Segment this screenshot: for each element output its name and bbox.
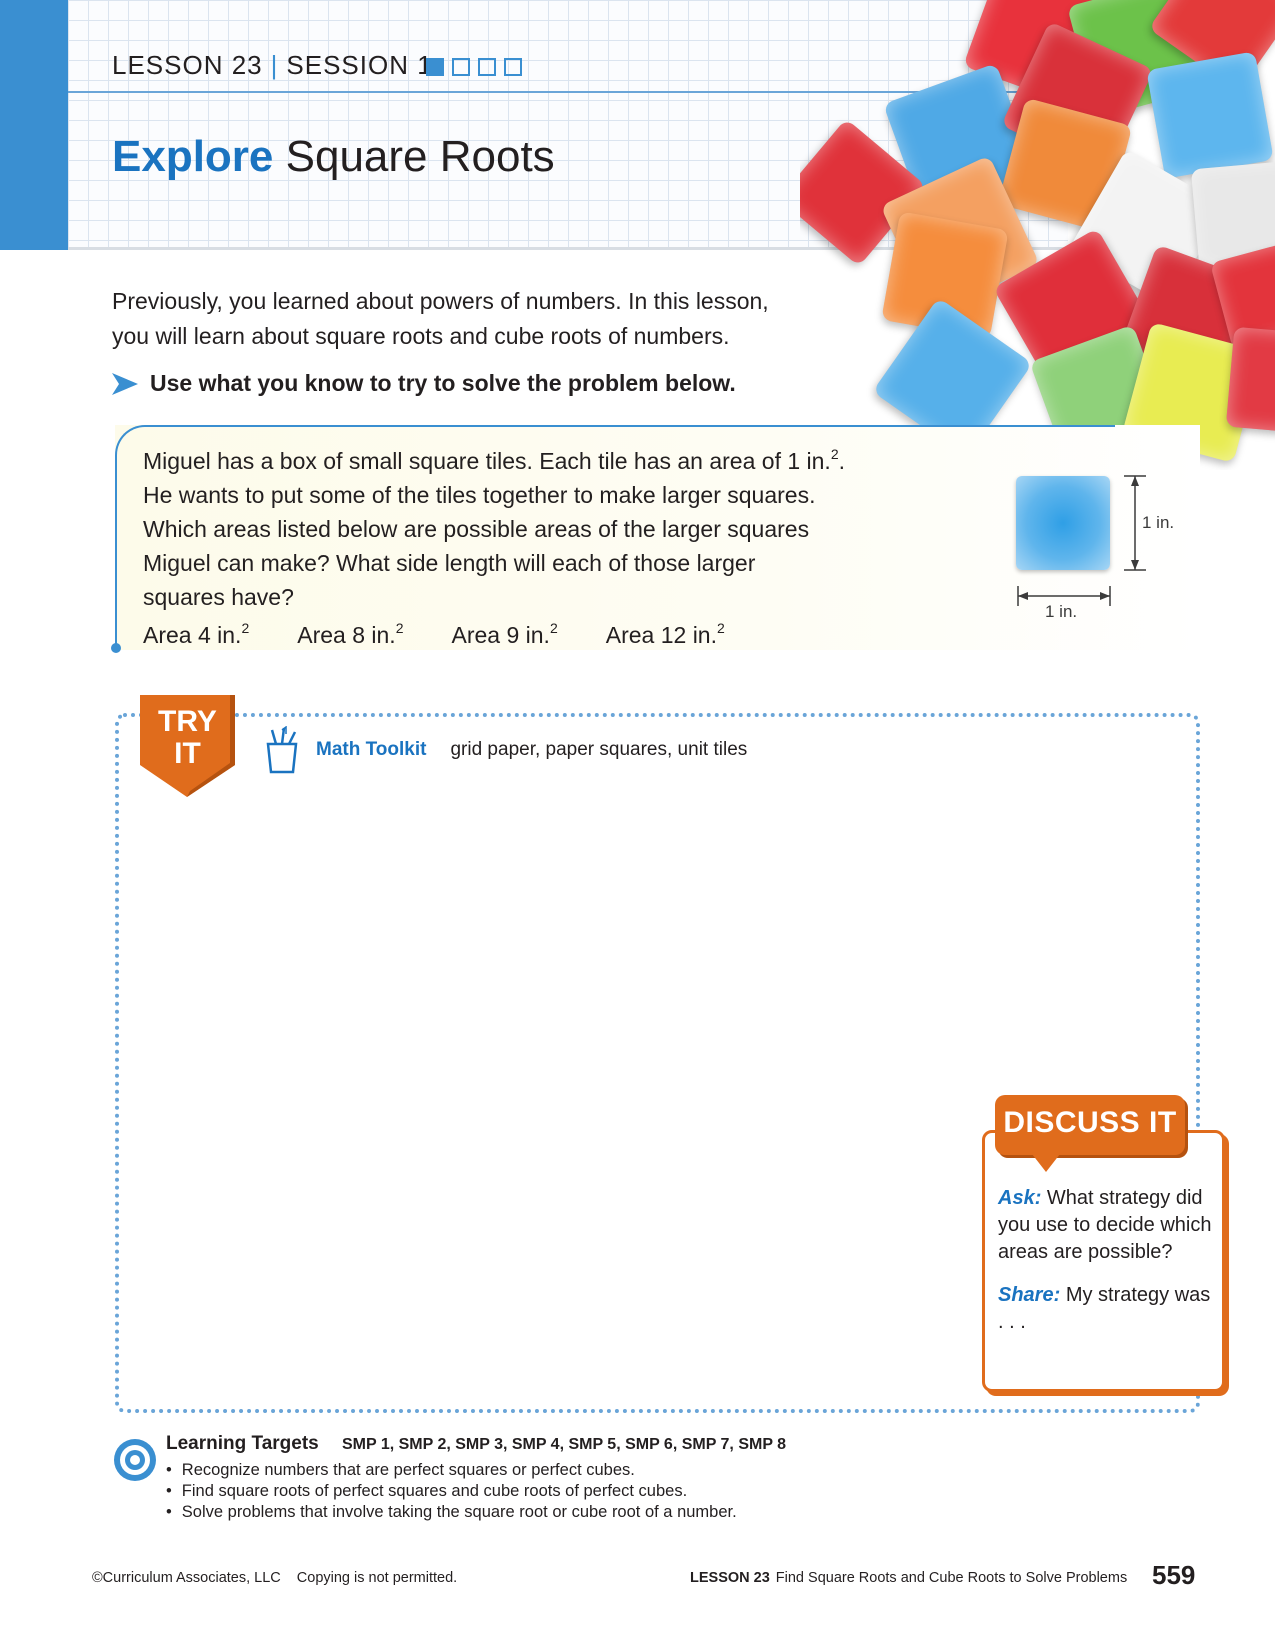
- target-icon: [114, 1439, 156, 1481]
- page-number: 559: [1152, 1560, 1196, 1590]
- footer-copyright: ©Curriculum Associates, LLC Copying is no…: [92, 1570, 457, 1586]
- learning-targets-list: Recognize numbers that are perfect squar…: [166, 1460, 737, 1523]
- title-highlight: Explore: [112, 132, 274, 181]
- discuss-share: Share: My strategy was . . .: [998, 1282, 1213, 1336]
- discuss-ask: Ask: What strategy did you use to decide…: [998, 1185, 1213, 1266]
- problem-frame-dot: [111, 643, 121, 653]
- intro-line-2: you will learn about square roots and cu…: [112, 323, 730, 349]
- footer-lesson: LESSON 23 Find Square Roots and Cube Root…: [690, 1570, 1127, 1586]
- problem-line-1-text: Miguel has a box of small square tiles. …: [143, 448, 831, 474]
- lesson-session-label: LESSON 23 | SESSION 1: [112, 50, 433, 81]
- area-option: Area 12 in.2: [605, 620, 725, 649]
- header-accent-bar: [0, 0, 68, 250]
- learning-targets-smp: SMP 1, SMP 2, SMP 3, SMP 4, SMP 5, SMP 6…: [342, 1436, 787, 1453]
- area-option: Area 9 in.2: [451, 620, 558, 649]
- session-box-1: [426, 58, 444, 76]
- learning-target-item: Find square roots of perfect squares and…: [166, 1481, 737, 1502]
- area-option: Area 8 in.2: [297, 620, 404, 649]
- area-option: Area 4 in.2: [143, 620, 250, 649]
- learning-targets-title: Learning Targets: [166, 1433, 319, 1454]
- area-option-exponent: 2: [549, 620, 558, 636]
- footer-lesson-title: Find Square Roots and Cube Roots to Solv…: [775, 1570, 1128, 1586]
- intro-paragraph: Previously, you learned about powers of …: [112, 284, 792, 354]
- side-length-label: 1 in.: [1142, 513, 1175, 532]
- instruction-text: Use what you know to try to solve the pr…: [150, 370, 736, 396]
- session-number: SESSION 1: [286, 50, 433, 80]
- session-box-4: [504, 58, 522, 76]
- dimension-lines: [1017, 475, 1146, 606]
- problem-line-2: He wants to put some of the tiles togeth…: [143, 482, 816, 508]
- area-option-label: Area 12 in.: [605, 622, 717, 648]
- discuss-it-title: DISCUSS IT: [1003, 1106, 1177, 1139]
- area-option-label: Area 9 in.: [451, 622, 550, 648]
- problem-line-4: Miguel can make? What side length will e…: [143, 550, 756, 576]
- page-title: Explore Square Roots: [112, 132, 555, 182]
- area-option-label: Area 4 in.: [143, 622, 242, 648]
- toolkit-label: Math Toolkit: [316, 739, 427, 760]
- try-it-line-2: IT: [174, 737, 201, 770]
- area-option-exponent: 2: [717, 620, 725, 636]
- intro-line-1: Previously, you learned about powers of …: [112, 288, 769, 314]
- ask-label: Ask:: [998, 1187, 1042, 1209]
- area-options: Area 4 in.2 Area 8 in.2 Area 9 in.2 Area…: [143, 620, 725, 649]
- discuss-it-speech-tail: [1032, 1154, 1060, 1172]
- label-separator: |: [270, 50, 279, 80]
- copyright-text: ©Curriculum Associates, LLC: [92, 1570, 281, 1586]
- session-progress: [426, 58, 522, 76]
- problem-line-3: Which areas listed below are possible ar…: [143, 516, 810, 542]
- title-rest: Square Roots: [285, 132, 555, 181]
- learning-target-item: Solve problems that involve taking the s…: [166, 1502, 737, 1523]
- area-option-exponent: 2: [241, 620, 250, 636]
- lesson-number: LESSON 23: [112, 50, 263, 80]
- bottom-length-label: 1 in.: [1045, 602, 1078, 621]
- area-option-exponent: 2: [395, 620, 404, 636]
- try-it-line-1: TRY: [158, 705, 217, 738]
- footer-lesson-number: LESSON 23: [690, 1570, 770, 1586]
- try-it-label: TRY IT: [140, 706, 235, 770]
- problem-line-1: Miguel has a box of small square tiles. …: [143, 444, 863, 478]
- session-box-3: [478, 58, 496, 76]
- session-box-2: [452, 58, 470, 76]
- math-toolkit: Math Toolkit grid paper, paper squares, …: [262, 726, 747, 774]
- learning-target-item: Recognize numbers that are perfect squar…: [166, 1460, 737, 1481]
- discuss-it-body: Ask: What strategy did you use to decide…: [998, 1185, 1213, 1336]
- tiles-photo: [800, 0, 1275, 470]
- toolkit-items: grid paper, paper squares, unit tiles: [450, 739, 748, 760]
- problem-line-1-end: .: [838, 448, 846, 474]
- instruction-line: Use what you know to try to solve the pr…: [112, 370, 736, 397]
- copy-notice: Copying is not permitted.: [296, 1570, 458, 1586]
- area-option-label: Area 8 in.: [297, 622, 396, 648]
- arrow-right-icon: [112, 372, 138, 395]
- problem-text: Miguel has a box of small square tiles. …: [143, 444, 863, 614]
- toolkit-cup-icon: [266, 726, 298, 774]
- share-label: Share:: [998, 1284, 1061, 1306]
- problem-line-1-exponent: 2: [830, 446, 839, 462]
- problem-line-5: squares have?: [143, 584, 294, 610]
